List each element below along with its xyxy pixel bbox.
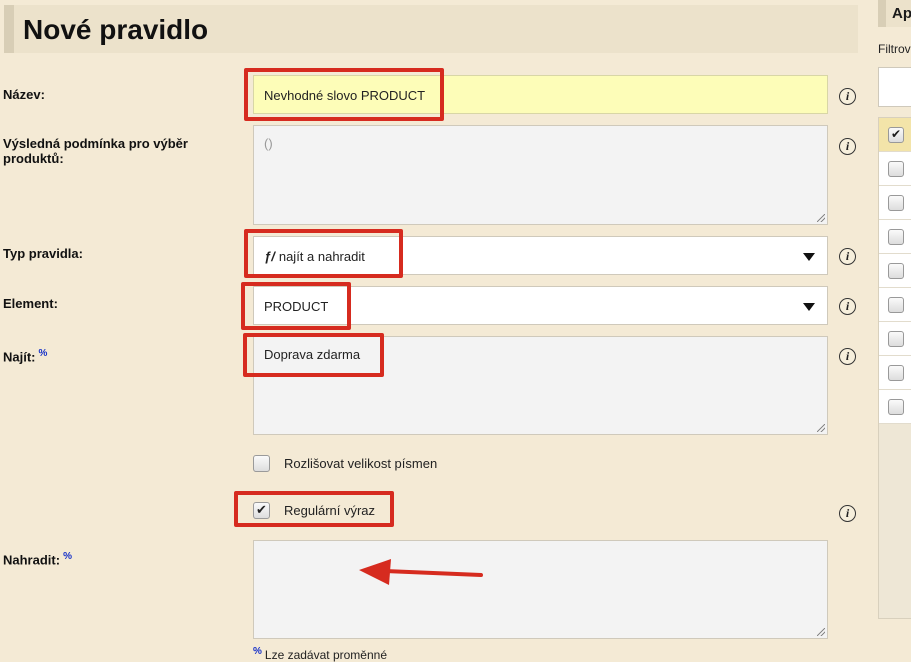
highlight-box (234, 491, 394, 527)
sidebar-header: Ap (878, 0, 911, 27)
variables-note: % Lze zadávat proměnné (253, 646, 387, 662)
condition-placeholder: () (264, 136, 273, 151)
case-sensitive-label[interactable]: Rozlišovat velikost písmen (284, 456, 437, 471)
info-icon[interactable]: i (839, 88, 856, 105)
resize-handle-icon[interactable] (817, 214, 825, 222)
highlight-box (244, 68, 444, 121)
row-checkbox[interactable]: ✔ (888, 127, 904, 143)
highlight-box (244, 229, 403, 278)
list-item[interactable] (879, 254, 911, 288)
info-icon[interactable]: i (839, 298, 856, 315)
chevron-down-icon (803, 253, 815, 261)
list-item[interactable] (879, 220, 911, 254)
check-icon: ✔ (890, 127, 902, 141)
replace-label: Nahradit:% (3, 549, 72, 567)
sidebar-filter-input[interactable] (878, 67, 911, 107)
find-label-text: Najít: (3, 349, 36, 365)
row-checkbox[interactable] (888, 297, 904, 313)
sidebar-title: Ap (892, 5, 911, 22)
resize-handle-icon[interactable] (817, 628, 825, 636)
variable-marker: % (63, 551, 72, 562)
list-item[interactable] (879, 186, 911, 220)
rule-type-label: Typ pravidla: (3, 246, 83, 261)
list-item[interactable] (879, 322, 911, 356)
list-item[interactable] (879, 390, 911, 424)
replace-label-text: Nahradit: (3, 552, 61, 568)
row-checkbox[interactable] (888, 365, 904, 381)
sidebar-filter-label: Filtrov (878, 42, 911, 56)
variable-marker: % (38, 348, 48, 359)
list-item[interactable] (879, 288, 911, 322)
resize-handle-icon[interactable] (817, 424, 825, 432)
sidebar-list: ✔ (878, 117, 911, 619)
condition-label: Výsledná podmínka pro výběr produktů: (3, 136, 188, 166)
info-icon[interactable]: i (839, 505, 856, 522)
highlight-box (243, 333, 384, 377)
list-item[interactable]: ✔ (879, 118, 911, 152)
row-checkbox[interactable] (888, 161, 904, 177)
info-icon[interactable]: i (839, 248, 856, 265)
info-icon[interactable]: i (839, 348, 856, 365)
page-title: Nové pravidlo (23, 14, 209, 45)
case-sensitive-checkbox[interactable] (253, 455, 270, 472)
info-icon[interactable]: i (839, 138, 856, 155)
condition-textarea[interactable]: () (253, 125, 828, 225)
row-checkbox[interactable] (888, 263, 904, 279)
page-header: Nové pravidlo (4, 5, 858, 53)
name-label: Název: (3, 87, 45, 102)
list-item[interactable] (879, 152, 911, 186)
find-label: Najít:% (3, 346, 47, 364)
element-label: Element: (3, 296, 58, 311)
row-checkbox[interactable] (888, 195, 904, 211)
replace-textarea[interactable] (253, 540, 828, 639)
annotation-arrow-icon (359, 559, 483, 585)
variables-note-text: Lze zadávat proměnné (264, 648, 387, 662)
list-item[interactable] (879, 356, 911, 390)
highlight-box (241, 282, 351, 330)
row-checkbox[interactable] (888, 399, 904, 415)
chevron-down-icon (803, 303, 815, 311)
row-checkbox[interactable] (888, 229, 904, 245)
variable-marker: % (253, 646, 262, 657)
row-checkbox[interactable] (888, 331, 904, 347)
